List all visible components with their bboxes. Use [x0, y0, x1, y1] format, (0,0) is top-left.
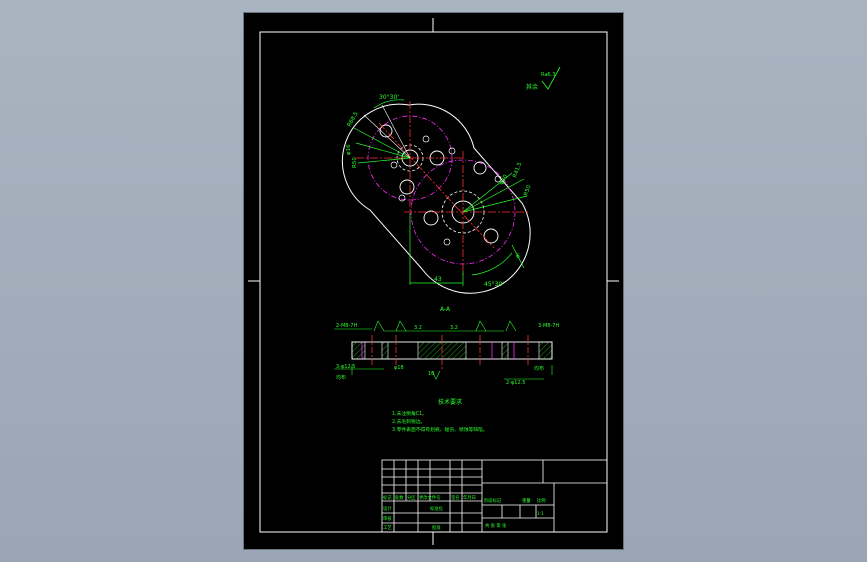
tech-requirement-2: 2.去毛刺锐边。: [392, 418, 425, 425]
tb-review-label: 审核: [383, 515, 392, 522]
dim-right-side: 6: [516, 253, 520, 260]
sec-center-2: 3.2: [450, 325, 458, 331]
roughness-value: Ra6.3: [541, 72, 555, 78]
cad-drawing: 其余 Ra6.3 30°30' R68.5 φ16 R50 R41.5 R50 …: [248, 18, 619, 545]
dim-right-2: R50: [523, 184, 533, 197]
tb-scale-label: 比例: [537, 497, 546, 504]
tb-sheets-label: 共 张 第 张: [485, 522, 507, 529]
tb-header-mark: 标记: [383, 494, 392, 501]
roughness-note: 其余: [526, 83, 538, 91]
tb-process-label: 工艺: [383, 525, 392, 531]
dim-angle-bottom: 45°30': [484, 281, 504, 288]
tb-header-zone: 分区: [407, 494, 416, 501]
tech-requirement-1: 1.未注倒角C1。: [392, 410, 427, 417]
dim-right-3: φ20: [499, 173, 510, 186]
sec-left-note: 2-M8-7H: [336, 323, 357, 329]
sec-left-bottom: 3-φ12.5: [336, 364, 355, 370]
dim-right-1: R41.5: [512, 161, 523, 179]
sec-right-note: 3-M8-7H: [538, 323, 559, 329]
dim-left-2: φ16: [346, 144, 352, 155]
sec-bottom-center: φ18: [394, 365, 404, 371]
tb-standard-label: 标准化: [430, 505, 444, 512]
tech-requirements-title: 技术要求: [438, 398, 462, 406]
plate-top-view: [341, 99, 531, 294]
tb-header-sign: 签名: [451, 494, 460, 501]
tb-scale-value: 1:1: [537, 511, 544, 517]
dim-left-3: R50: [352, 157, 358, 168]
sec-center-1: 3.2: [414, 325, 422, 331]
tb-header-date: 年月日: [463, 494, 476, 501]
tb-stage-label: 阶段标记: [484, 497, 502, 504]
title-block: [381, 459, 608, 533]
dim-angle-top: 30°30': [379, 94, 399, 101]
roughness-symbol: 其余 Ra6.3: [526, 66, 561, 91]
tech-requirement-3: 3.零件表面不得有划痕、碰伤、锈蚀等缺陷。: [392, 426, 488, 433]
dim-left-1: R68.5: [347, 111, 360, 128]
sec-bottom-center-2: 10: [428, 371, 434, 377]
dim-bottom: 43: [434, 276, 442, 283]
tb-approve-label: 批准: [432, 524, 441, 531]
tb-weight-label: 重量: [522, 497, 531, 504]
sec-right-label: 均布: [534, 365, 544, 372]
drawing-sheet: 其余 Ra6.3 30°30' R68.5 φ16 R50 R41.5 R50 …: [243, 12, 624, 550]
sec-right-bottom: 2-φ12.5: [506, 380, 525, 386]
section-label: A-A: [440, 306, 451, 313]
tb-designer-label: 设计: [383, 505, 392, 512]
tb-header-count: 处数: [395, 494, 404, 501]
tb-header-doc: 更改文件号: [419, 494, 440, 501]
sec-left-label: 均布: [336, 374, 346, 381]
section-view: [334, 320, 553, 380]
